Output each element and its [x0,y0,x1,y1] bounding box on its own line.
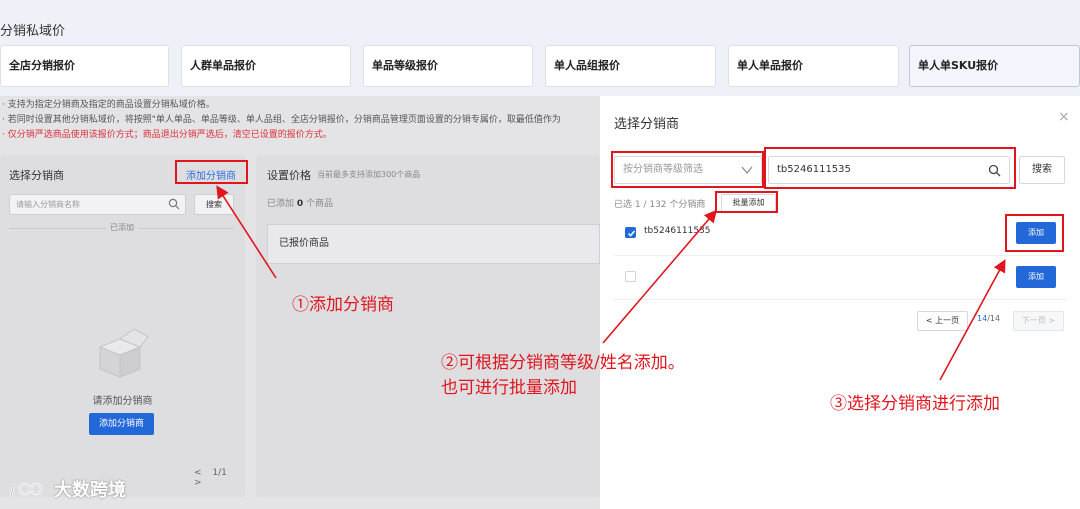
current-page: 14 [977,314,988,323]
note-1: · 支持为指定分销商及指定的商品设置分销私域价格。 [2,100,215,110]
add-distributor-button[interactable]: 添加分销商 [89,413,154,435]
tab-bar: 全店分销报价 人群单品报价 单品等级报价 单人品组报价 单人单品报价 单人单SK… [0,45,1080,87]
prev-page-button[interactable]: < 上一页 [917,311,968,331]
row-checkbox[interactable] [625,271,636,282]
price-panel: 设置价格 当前最多支持添加300个商品 已添加 0 个商品 已报价商品 [256,155,600,497]
tab-person-sku-quote[interactable]: 单人单SKU报价 [909,45,1080,87]
check-icon [627,230,636,237]
highlight-add-link [175,160,248,184]
tab-crowd-item-quote[interactable]: 人群单品报价 [181,45,351,87]
tab-person-group-quote[interactable]: 单人品组报价 [545,45,716,87]
list-item: tb5246111535 添加 [614,212,1066,256]
watermark-logo-icon [9,482,43,499]
pager-next-button[interactable]: > [194,478,202,488]
annotation-step2: ②可根据分销商等级/姓名添加。 也可进行批量添加 [441,351,685,401]
added-count-prefix: 已添加 [267,199,295,209]
added-count-suffix: 个商品 [306,199,334,209]
pager-page-label: 1/1 [212,468,227,478]
added-count: 已添加 0 个商品 [267,196,333,209]
tab-store-quote[interactable]: 全店分销报价 [0,45,169,87]
selected-count: 已选 1 / 132 个分销商 [614,200,706,210]
tab-item-level-quote[interactable]: 单品等级报价 [363,45,533,87]
row-checkbox[interactable] [625,227,636,238]
close-icon[interactable]: × [1058,109,1070,125]
distributor-search-input[interactable]: 请输入分销商名称 [9,194,186,215]
pager-prev-button[interactable]: < [194,468,202,478]
total-pages: /14 [987,314,1001,323]
empty-state-text: 请添加分销商 [92,396,153,407]
quoted-items-header: 已报价商品 [267,224,600,264]
watermark-text: 大数跨境 [54,480,126,501]
annotation-step1: ①添加分销商 [292,295,394,315]
modal-search-button[interactable]: 搜索 [1019,156,1065,184]
page-indicator: 14/14 [977,314,1000,323]
distributor-name: tb5246111535 [644,226,711,236]
left-pager: < 1/1 > [190,468,245,488]
price-panel-subtitle: 当前最多支持添加300个商品 [317,170,421,179]
distributor-panel: 选择分销商 添加分销商 请输入分销商名称 搜索 已添加 请添加分销商 添加分销商… [0,155,245,497]
empty-box-icon [98,328,149,378]
page-title: 分销私域价 [0,24,66,39]
annotation-step3: ③选择分销商进行添加 [830,394,1000,414]
modal-title: 选择分销商 [614,117,680,132]
annotation-step2-line1: ②可根据分销商等级/姓名添加。 [441,353,685,373]
highlight-name-input [764,147,1016,189]
highlight-level-filter [611,151,764,188]
price-panel-title: 设置价格 [267,169,311,182]
add-button[interactable]: 添加 [1016,266,1056,288]
list-item: 添加 [614,256,1066,300]
distributor-search-button[interactable]: 搜索 [194,194,234,215]
note-2: · 若同时设置其他分销私域价，将按照"单人单品、单品等级、单人品组、全店分销报价… [2,115,561,125]
annotation-step2-line2: 也可进行批量添加 [441,378,577,398]
distributor-panel-title: 选择分销商 [9,169,64,182]
search-icon [168,198,180,210]
note-3-warning: · 仅分销严选商品使用该报价方式；商品退出分销严选后，清空已设置的报价方式。 [2,130,332,140]
highlight-row-add [1005,214,1064,252]
notes: · 支持为指定分销商及指定的商品设置分销私域价格。 · 若同时设置其他分销私域价… [0,98,600,143]
distributor-search-placeholder: 请输入分销商名称 [16,200,80,209]
watermark: 大数跨境 [8,476,126,502]
added-count-value: 0 [296,199,304,209]
modal-pager: < 上一页 14/14 下一页 > [917,311,1067,331]
next-page-button[interactable]: 下一页 > [1013,311,1064,331]
tab-person-item-quote[interactable]: 单人单品报价 [728,45,899,87]
top-area: 分销私域价 全店分销报价 人群单品报价 单品等级报价 单人品组报价 单人单品报价… [0,0,1080,96]
highlight-batch-add [715,191,778,213]
added-divider-label: 已添加 [106,222,138,233]
